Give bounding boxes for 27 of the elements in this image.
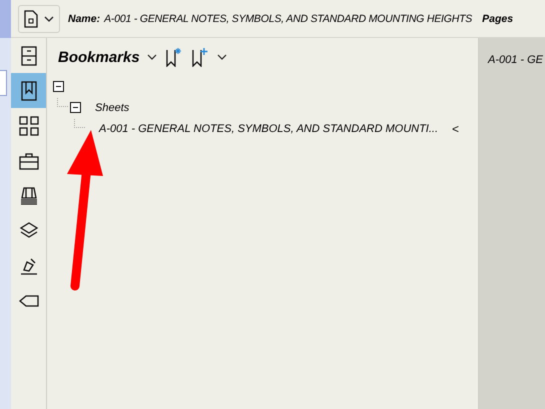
add-bookmark-icon[interactable] bbox=[190, 47, 209, 67]
collapse-arrow[interactable]: < bbox=[452, 122, 460, 136]
pen-icon bbox=[18, 256, 38, 276]
tree-item[interactable]: A-001 - GENERAL NOTES, SYMBOLS, AND STANDARD MOUNTI... bbox=[99, 122, 438, 134]
name-label: Name: bbox=[68, 12, 100, 24]
bookmark-tool-button[interactable] bbox=[11, 73, 46, 108]
stack-icon bbox=[18, 186, 38, 206]
collapse-toggle[interactable] bbox=[70, 102, 81, 113]
toolbox-icon bbox=[18, 150, 38, 170]
panel-title: Bookmarks bbox=[58, 48, 140, 66]
collapse-toggle[interactable] bbox=[53, 81, 64, 92]
page-title: A-001 - GE bbox=[488, 54, 544, 66]
tree-item[interactable]: Sheets bbox=[95, 102, 130, 114]
bookmark-sparkle-icon[interactable] bbox=[164, 47, 183, 67]
bookmark-icon bbox=[18, 80, 38, 100]
window-edge bbox=[0, 0, 11, 38]
caret-icon[interactable] bbox=[216, 54, 227, 60]
cabinet-icon bbox=[18, 46, 38, 66]
layers-icon bbox=[18, 220, 38, 240]
document-menu-button[interactable] bbox=[18, 4, 60, 32]
grid-icon bbox=[18, 116, 38, 136]
document-icon bbox=[24, 10, 38, 28]
pages-label: Pages bbox=[482, 12, 514, 24]
caret-icon bbox=[44, 16, 54, 22]
name-value: A-001 - GENERAL NOTES, SYMBOLS, AND STANDARD MOUNTING HEIGHTS bbox=[104, 12, 472, 24]
field-edge bbox=[0, 70, 7, 96]
caret-icon[interactable] bbox=[146, 54, 157, 60]
